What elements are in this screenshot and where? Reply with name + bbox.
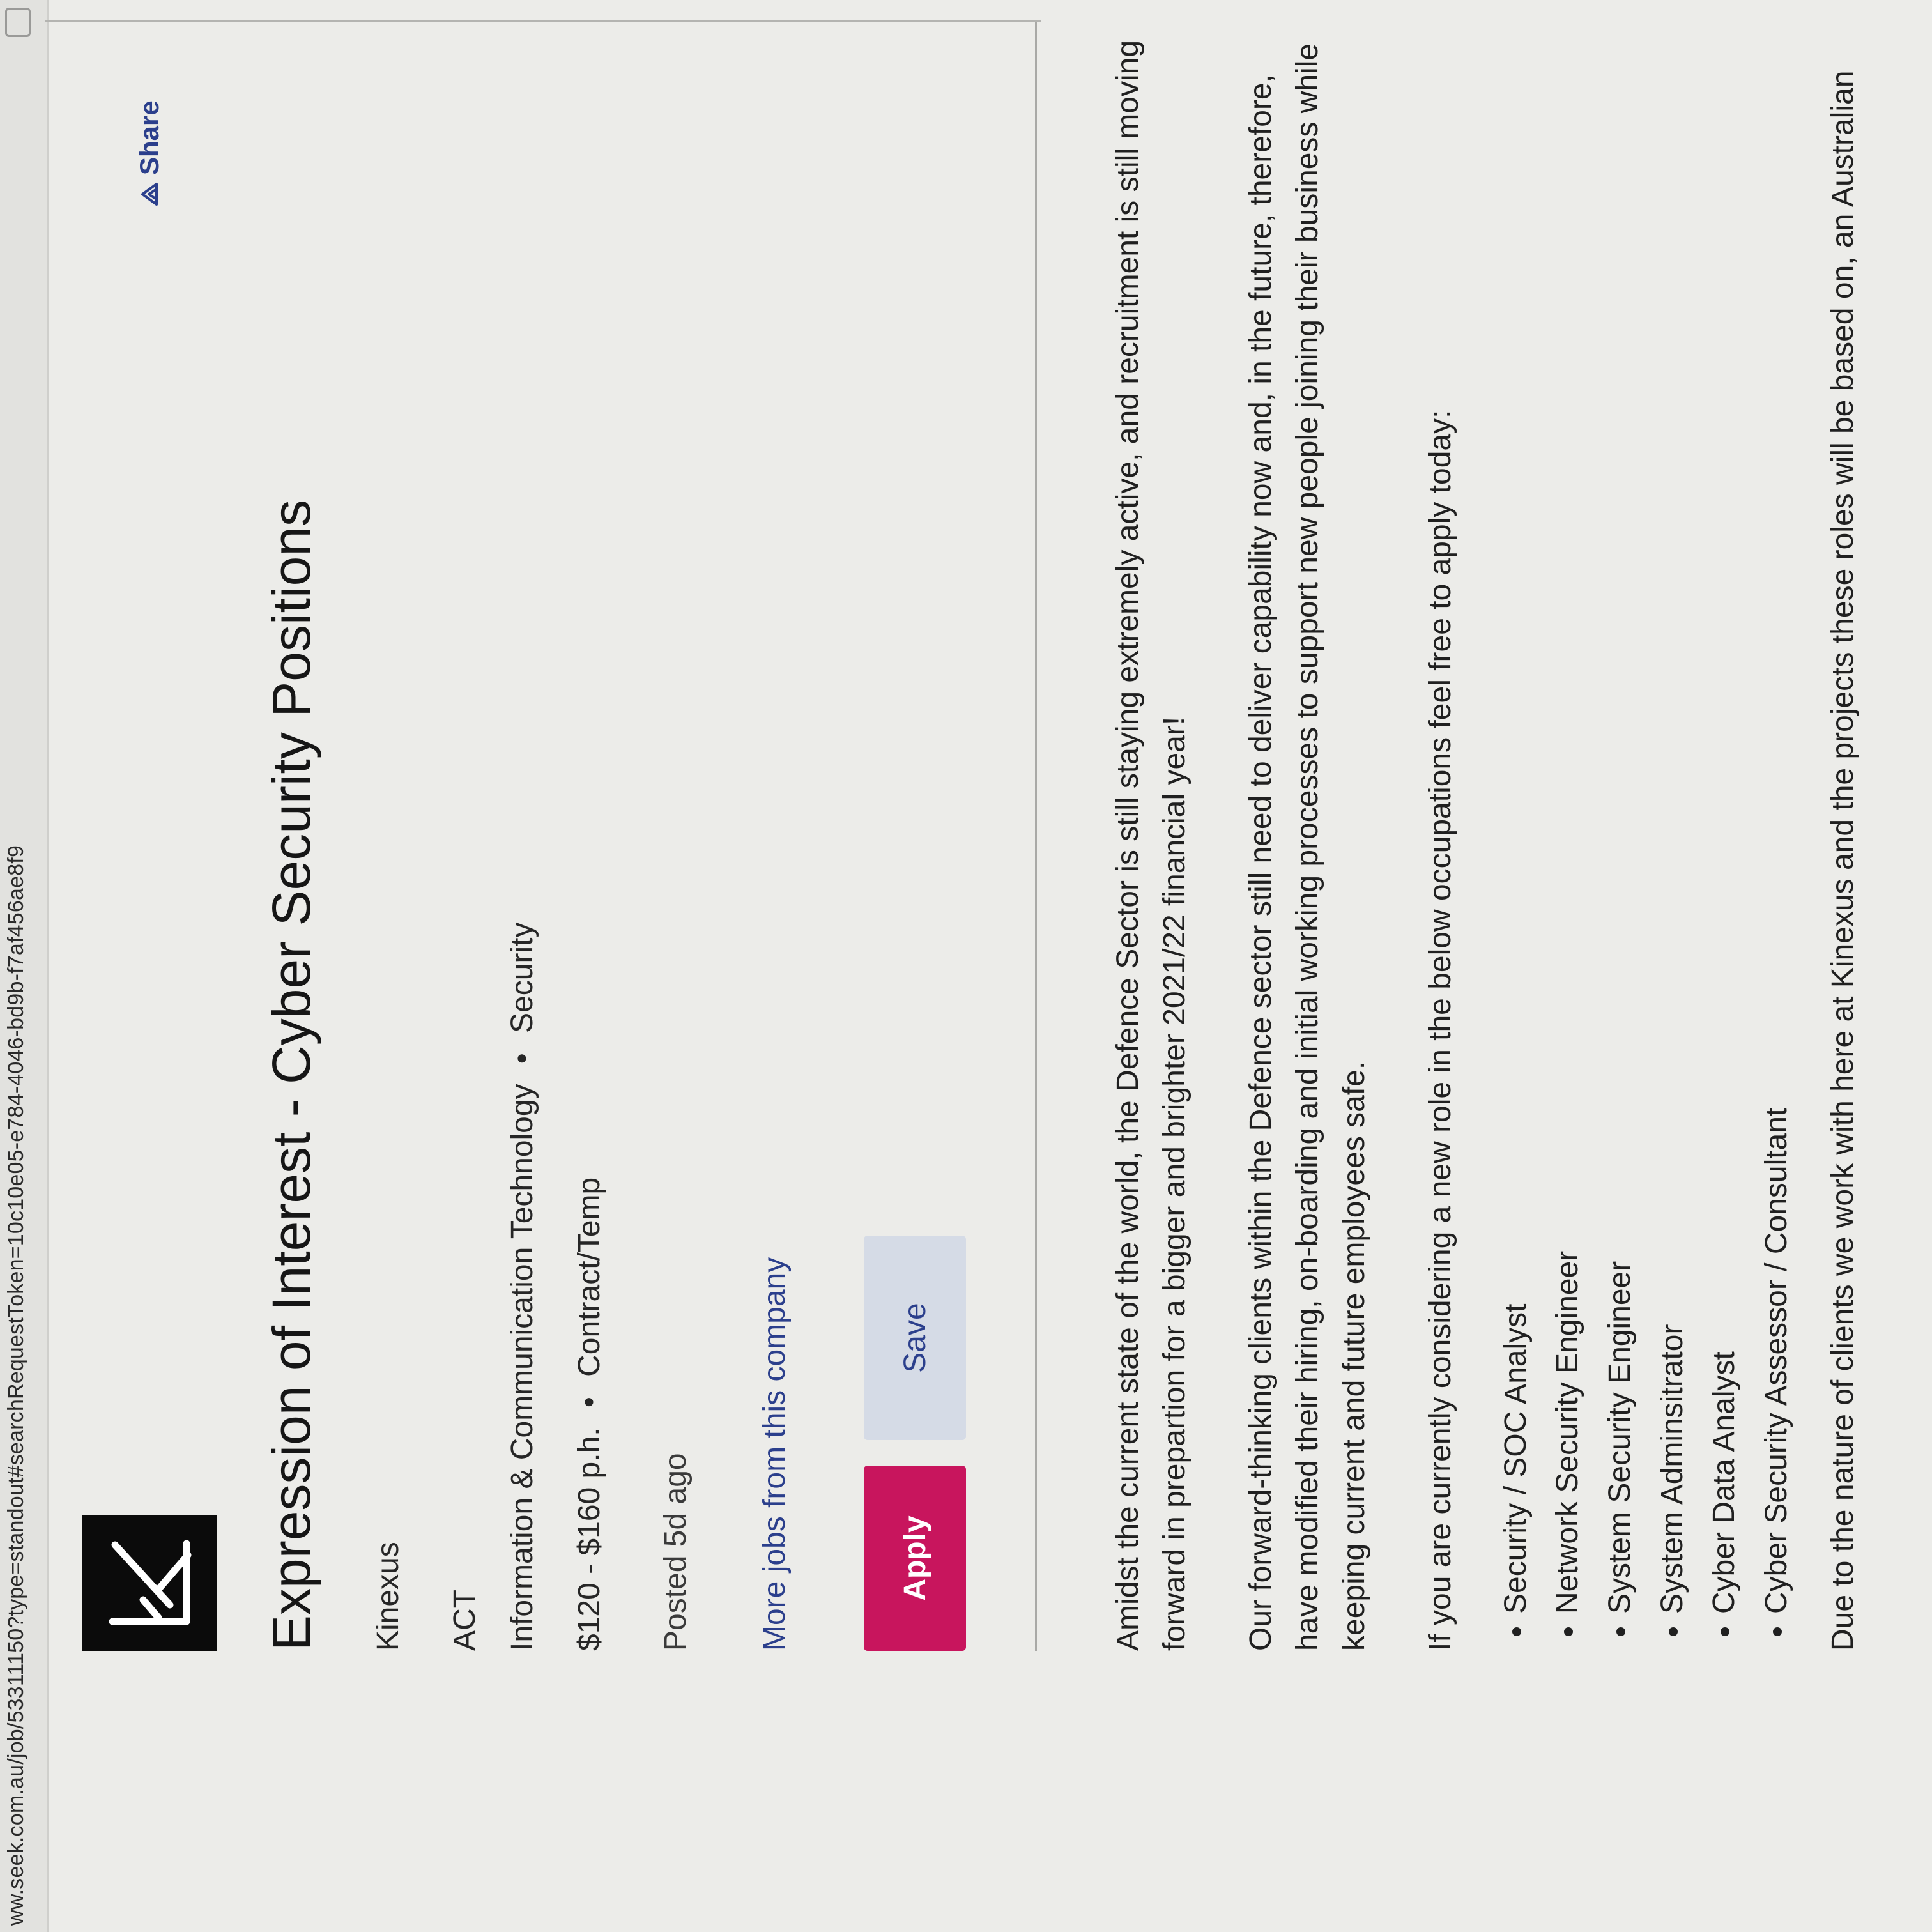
url-text[interactable]: ww.seek.com.au/job/53311150?type=standou… <box>4 845 29 1926</box>
separator-dot: • <box>505 1053 539 1064</box>
kinexus-k-logo <box>82 1515 217 1651</box>
separator-dot: • <box>572 1397 606 1408</box>
job-pay-and-type: $120 - $160 p.h. • Contract/Temp <box>572 1177 607 1651</box>
work-type: Contract/Temp <box>572 1177 606 1377</box>
description-paragraph: If you are currently considering a new r… <box>1423 410 1457 1651</box>
job-description: Amidst the current state of the world, t… <box>1105 15 1906 1651</box>
list-item: Cyber Security Assessor / Consultant <box>1751 15 1803 1614</box>
description-paragraph: Amidst the current state of the world, t… <box>1111 40 1192 1651</box>
list-item: Security / SOC Analyst <box>1490 15 1542 1614</box>
list-item: Cyber Data Analyst <box>1698 15 1751 1614</box>
logo-glyph-icon <box>109 1540 192 1625</box>
share-button[interactable]: Share <box>134 100 165 207</box>
list-item: System Adminsitrator <box>1646 15 1699 1614</box>
description-paragraph: Our forward-thinking clients within the … <box>1243 43 1371 1651</box>
company-name: Kinexus <box>371 1542 405 1651</box>
job-location: ACT <box>448 1590 482 1651</box>
share-label: Share <box>134 100 164 175</box>
occupation-list: Security / SOC Analyst Network Security … <box>1490 15 1803 1651</box>
list-item: System Security Engineer <box>1594 15 1646 1614</box>
share-icon <box>141 183 158 206</box>
pay-rate: $120 - $160 p.h. <box>572 1427 606 1651</box>
classification-label: Information & Communication Technology <box>505 1084 539 1651</box>
posted-date: Posted 5d ago <box>659 1453 693 1651</box>
apply-button[interactable]: Apply <box>864 1466 966 1651</box>
header-divider <box>45 20 1041 22</box>
description-paragraph: Due to the nature of clients we work wit… <box>1826 70 1860 1651</box>
save-button[interactable]: Save <box>864 1236 966 1440</box>
tab-icon[interactable] <box>5 8 31 37</box>
more-jobs-link[interactable]: More jobs from this company <box>757 1257 792 1651</box>
address-bar[interactable]: ww.seek.com.au/job/53311150?type=standou… <box>0 0 49 1932</box>
section-divider <box>1035 22 1037 1651</box>
job-title: Expression of Interest - Cyber Security … <box>261 499 321 1651</box>
subclassification-label: Security <box>505 922 539 1033</box>
job-page: ww.seek.com.au/job/53311150?type=standou… <box>0 0 1932 1932</box>
job-classification: Information & Communication Technology •… <box>505 923 540 1651</box>
list-item: Network Security Engineer <box>1542 15 1594 1614</box>
